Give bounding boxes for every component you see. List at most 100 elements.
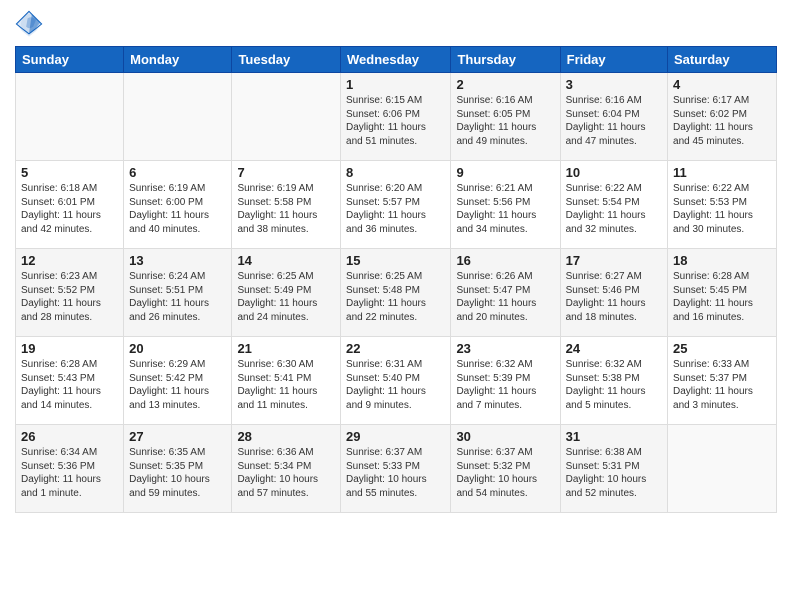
day-info: Sunrise: 6:24 AM Sunset: 5:51 PM Dayligh…: [129, 270, 226, 324]
day-cell-31: 31Sunrise: 6:38 AM Sunset: 5:31 PM Dayli…: [560, 425, 667, 513]
day-cell-19: 19 Sunrise: 6:28 AM Sunset: 5:43 PM Dayli…: [16, 337, 124, 425]
day-cell-9: 9Sunrise: 6:21 AM Sunset: 5:56 PM Daylig…: [451, 161, 560, 249]
day-cell-18: 18 Sunrise: 6:28 AM Sunset: 5:45 PM Dayli…: [668, 249, 777, 337]
day-number: 23: [456, 341, 554, 356]
day-cell-16: 16Sunrise: 6:26 AM Sunset: 5:47 PM Dayli…: [451, 249, 560, 337]
day-info: Sunrise: 6:37 AM Sunset: 5:32 PM Dayligh…: [456, 446, 554, 500]
logo-icon: [15, 10, 43, 38]
day-cell-3: 3 Sunrise: 6:16 AM Sunset: 6:04 PM Daylig…: [560, 73, 667, 161]
day-cell-22: 22 Sunrise: 6:31 AM Sunset: 5:40 PM Dayli…: [341, 337, 451, 425]
day-number: 18: [673, 253, 771, 268]
day-info: Sunrise: 6:15 AM Sunset: 6:06 PM Dayligh…: [346, 94, 445, 148]
day-number: 14: [237, 253, 335, 268]
week-row-3: 12 Sunrise: 6:23 AM Sunset: 5:52 PM Dayli…: [16, 249, 777, 337]
day-info: Sunrise: 6:26 AM Sunset: 5:47 PM Dayligh…: [456, 270, 554, 324]
day-info: Sunrise: 6:31 AM Sunset: 5:40 PM Dayligh…: [346, 358, 445, 412]
day-cell-20: 20 Sunrise: 6:29 AM Sunset: 5:42 PM Dayli…: [124, 337, 232, 425]
logo: [15, 10, 47, 38]
day-cell-29: 29Sunrise: 6:37 AM Sunset: 5:33 PM Dayli…: [341, 425, 451, 513]
day-cell-11: 11 Sunrise: 6:22 AM Sunset: 5:53 PM Dayli…: [668, 161, 777, 249]
weekday-header-sunday: Sunday: [16, 47, 124, 73]
day-cell-10: 10 Sunrise: 6:22 AM Sunset: 5:54 PM Dayli…: [560, 161, 667, 249]
day-number: 19: [21, 341, 118, 356]
day-info: Sunrise: 6:27 AM Sunset: 5:46 PM Dayligh…: [566, 270, 662, 324]
weekday-header-friday: Friday: [560, 47, 667, 73]
day-number: 2: [456, 77, 554, 92]
day-info: Sunrise: 6:30 AM Sunset: 5:41 PM Dayligh…: [237, 358, 335, 412]
day-cell-5: 5Sunrise: 6:18 AM Sunset: 6:01 PM Daylig…: [16, 161, 124, 249]
day-cell-30: 30Sunrise: 6:37 AM Sunset: 5:32 PM Dayli…: [451, 425, 560, 513]
day-cell-17: 17Sunrise: 6:27 AM Sunset: 5:46 PM Dayli…: [560, 249, 667, 337]
day-number: 1: [346, 77, 445, 92]
day-number: 26: [21, 429, 118, 444]
day-info: Sunrise: 6:36 AM Sunset: 5:34 PM Dayligh…: [237, 446, 335, 500]
day-number: 9: [456, 165, 554, 180]
day-info: Sunrise: 6:17 AM Sunset: 6:02 PM Dayligh…: [673, 94, 771, 148]
weekday-header-wednesday: Wednesday: [341, 47, 451, 73]
day-number: 21: [237, 341, 335, 356]
day-cell-7: 7 Sunrise: 6:19 AM Sunset: 5:58 PM Daylig…: [232, 161, 341, 249]
day-cell-15: 15Sunrise: 6:25 AM Sunset: 5:48 PM Dayli…: [341, 249, 451, 337]
week-row-1: 1 Sunrise: 6:15 AM Sunset: 6:06 PM Daylig…: [16, 73, 777, 161]
day-cell-12: 12 Sunrise: 6:23 AM Sunset: 5:52 PM Dayli…: [16, 249, 124, 337]
day-info: Sunrise: 6:22 AM Sunset: 5:54 PM Dayligh…: [566, 182, 662, 236]
day-info: Sunrise: 6:28 AM Sunset: 5:43 PM Dayligh…: [21, 358, 118, 412]
day-number: 20: [129, 341, 226, 356]
day-number: 24: [566, 341, 662, 356]
day-number: 25: [673, 341, 771, 356]
day-cell-25: 25 Sunrise: 6:33 AM Sunset: 5:37 PM Dayli…: [668, 337, 777, 425]
day-info: Sunrise: 6:34 AM Sunset: 5:36 PM Dayligh…: [21, 446, 118, 500]
day-info: Sunrise: 6:25 AM Sunset: 5:48 PM Dayligh…: [346, 270, 445, 324]
day-number: 3: [566, 77, 662, 92]
weekday-header-tuesday: Tuesday: [232, 47, 341, 73]
empty-cell: [124, 73, 232, 161]
day-cell-2: 2 Sunrise: 6:16 AM Sunset: 6:05 PM Daylig…: [451, 73, 560, 161]
day-cell-1: 1 Sunrise: 6:15 AM Sunset: 6:06 PM Daylig…: [341, 73, 451, 161]
day-cell-8: 8 Sunrise: 6:20 AM Sunset: 5:57 PM Daylig…: [341, 161, 451, 249]
day-cell-24: 24Sunrise: 6:32 AM Sunset: 5:38 PM Dayli…: [560, 337, 667, 425]
weekday-header-monday: Monday: [124, 47, 232, 73]
day-info: Sunrise: 6:20 AM Sunset: 5:57 PM Dayligh…: [346, 182, 445, 236]
day-number: 11: [673, 165, 771, 180]
day-number: 31: [566, 429, 662, 444]
day-cell-13: 13 Sunrise: 6:24 AM Sunset: 5:51 PM Dayli…: [124, 249, 232, 337]
day-info: Sunrise: 6:29 AM Sunset: 5:42 PM Dayligh…: [129, 358, 226, 412]
weekday-header-row: SundayMondayTuesdayWednesdayThursdayFrid…: [16, 47, 777, 73]
day-cell-4: 4 Sunrise: 6:17 AM Sunset: 6:02 PM Daylig…: [668, 73, 777, 161]
day-number: 22: [346, 341, 445, 356]
day-cell-14: 14 Sunrise: 6:25 AM Sunset: 5:49 PM Dayli…: [232, 249, 341, 337]
day-info: Sunrise: 6:25 AM Sunset: 5:49 PM Dayligh…: [237, 270, 335, 324]
day-info: Sunrise: 6:16 AM Sunset: 6:04 PM Dayligh…: [566, 94, 662, 148]
day-number: 8: [346, 165, 445, 180]
calendar-table: SundayMondayTuesdayWednesdayThursdayFrid…: [15, 46, 777, 513]
empty-cell: [668, 425, 777, 513]
day-cell-6: 6 Sunrise: 6:19 AM Sunset: 6:00 PM Daylig…: [124, 161, 232, 249]
page-container: SundayMondayTuesdayWednesdayThursdayFrid…: [0, 0, 792, 523]
week-row-5: 26 Sunrise: 6:34 AM Sunset: 5:36 PM Dayli…: [16, 425, 777, 513]
day-number: 10: [566, 165, 662, 180]
weekday-header-thursday: Thursday: [451, 47, 560, 73]
day-number: 6: [129, 165, 226, 180]
day-info: Sunrise: 6:33 AM Sunset: 5:37 PM Dayligh…: [673, 358, 771, 412]
day-number: 29: [346, 429, 445, 444]
weekday-header-saturday: Saturday: [668, 47, 777, 73]
day-info: Sunrise: 6:19 AM Sunset: 6:00 PM Dayligh…: [129, 182, 226, 236]
day-number: 4: [673, 77, 771, 92]
day-info: Sunrise: 6:32 AM Sunset: 5:39 PM Dayligh…: [456, 358, 554, 412]
day-info: Sunrise: 6:16 AM Sunset: 6:05 PM Dayligh…: [456, 94, 554, 148]
day-number: 12: [21, 253, 118, 268]
empty-cell: [232, 73, 341, 161]
day-number: 13: [129, 253, 226, 268]
day-info: Sunrise: 6:28 AM Sunset: 5:45 PM Dayligh…: [673, 270, 771, 324]
day-number: 7: [237, 165, 335, 180]
day-cell-23: 23 Sunrise: 6:32 AM Sunset: 5:39 PM Dayli…: [451, 337, 560, 425]
empty-cell: [16, 73, 124, 161]
day-number: 5: [21, 165, 118, 180]
week-row-4: 19 Sunrise: 6:28 AM Sunset: 5:43 PM Dayli…: [16, 337, 777, 425]
day-info: Sunrise: 6:23 AM Sunset: 5:52 PM Dayligh…: [21, 270, 118, 324]
day-info: Sunrise: 6:35 AM Sunset: 5:35 PM Dayligh…: [129, 446, 226, 500]
day-number: 28: [237, 429, 335, 444]
day-info: Sunrise: 6:19 AM Sunset: 5:58 PM Dayligh…: [237, 182, 335, 236]
day-info: Sunrise: 6:22 AM Sunset: 5:53 PM Dayligh…: [673, 182, 771, 236]
day-cell-26: 26 Sunrise: 6:34 AM Sunset: 5:36 PM Dayli…: [16, 425, 124, 513]
